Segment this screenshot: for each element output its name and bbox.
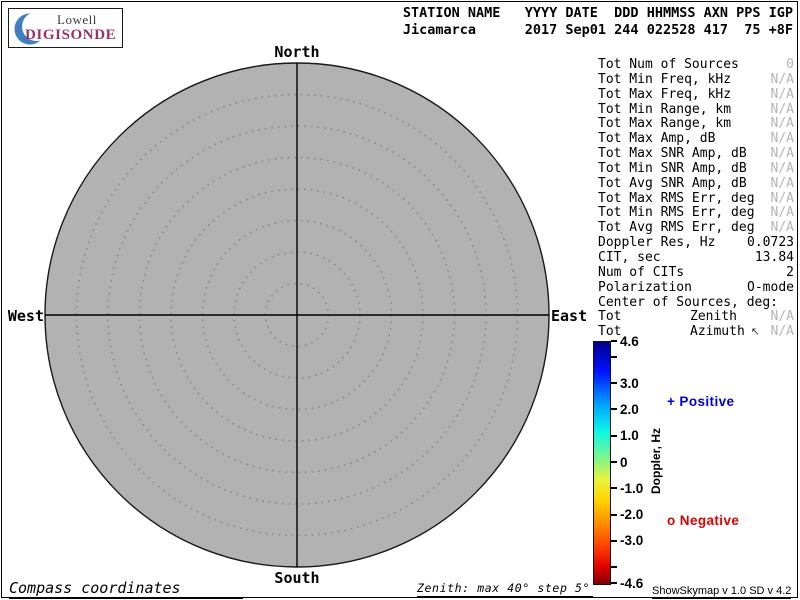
- info-value: N/A: [771, 310, 794, 325]
- info-row: Tot Max RMS Err, deg N/A: [598, 192, 794, 207]
- info-value: N/A: [771, 221, 794, 236]
- info-row: Center of Sources, deg:: [598, 296, 794, 311]
- info-value: N/A: [771, 162, 794, 177]
- info-row: Tot Avg RMS Err, deg N/A: [598, 221, 794, 236]
- colorbar-tick-label: -4.6: [620, 576, 643, 591]
- info-label: Tot Max Amp, dB: [598, 132, 715, 147]
- info-row: Tot Min Freq, kHz N/A: [598, 73, 794, 88]
- colorbar-tick-label: 2.0: [620, 402, 639, 417]
- info-row: Tot Max Freq, kHz N/A: [598, 88, 794, 103]
- info-label: Num of CITs: [598, 266, 684, 281]
- showskymap-window: Lowell DIGISONDE STATION NAME YYYY DATE …: [0, 0, 800, 600]
- info-label: Doppler Res, Hz: [598, 236, 715, 251]
- colorbar-axis-label: Doppler, Hz: [649, 428, 663, 494]
- info-label: Tot Max Range, km: [598, 117, 731, 132]
- colorbar-tick: [611, 340, 617, 342]
- info-mid-label: Zenith: [690, 310, 737, 325]
- info-value: N/A: [771, 147, 794, 162]
- info-row: Tot Avg SNR Amp, dB N/A: [598, 177, 794, 192]
- colorbar-tick-label: 0: [620, 455, 628, 470]
- info-mid-label: Azimuth↖: [690, 325, 760, 340]
- info-value: 13.84: [755, 251, 794, 266]
- info-value: N/A: [771, 73, 794, 88]
- footer-zenith-range: Zenith: max 40° step 5°: [417, 581, 593, 597]
- info-value: N/A: [771, 103, 794, 118]
- info-row: Tot Max SNR Amp, dB N/A: [598, 147, 794, 162]
- info-value: N/A: [771, 192, 794, 207]
- colorbar-tick: [611, 514, 617, 516]
- compass-label-north: North: [274, 43, 319, 61]
- colorbar-tick-label: -3.0: [620, 533, 643, 548]
- info-row: Polarization O-mode: [598, 281, 794, 296]
- colorbar-tick-label: -1.0: [620, 481, 643, 496]
- compass-label-east: East: [551, 307, 587, 325]
- colorbar-tick: [611, 582, 617, 584]
- info-label: Tot Min Range, km: [598, 103, 731, 118]
- negative-legend: o Negative: [667, 513, 739, 528]
- info-row: Tot Max Range, km N/A: [598, 117, 794, 132]
- colorbar-tick-label: 3.0: [620, 376, 639, 391]
- info-label: Polarization: [598, 281, 692, 296]
- info-label: Tot Min RMS Err, deg: [598, 206, 755, 221]
- info-row: Tot Num of Sources 0: [598, 58, 794, 73]
- info-label: Tot Min SNR Amp, dB: [598, 162, 747, 177]
- info-label: Tot Max RMS Err, deg: [598, 192, 755, 207]
- colorbar-tick: [611, 382, 617, 384]
- colorbar-tick: [611, 487, 617, 489]
- info-label: Tot: [598, 310, 621, 325]
- info-row: Tot Min Range, km N/A: [598, 103, 794, 118]
- info-label: Tot Avg SNR Amp, dB: [598, 177, 747, 192]
- colorbar-tick: [611, 566, 617, 568]
- info-row: Tot Min RMS Err, deg N/A: [598, 206, 794, 221]
- colorbar-tick-label: 1.0: [620, 428, 639, 443]
- footer-coordinate-system: Compass coordinates: [9, 579, 243, 599]
- info-table: Tot Num of Sources0Tot Min Freq, kHzN/AT…: [598, 58, 794, 340]
- info-label: CIT, sec: [598, 251, 661, 266]
- compass-label-west: West: [6, 307, 44, 325]
- info-row: Tot Max Amp, dB N/A: [598, 132, 794, 147]
- info-label: Center of Sources, deg:: [598, 296, 778, 311]
- colorbar-tick: [611, 461, 617, 463]
- compass-label-south: South: [274, 569, 319, 587]
- info-value: N/A: [771, 325, 794, 340]
- info-label: Tot Max SNR Amp, dB: [598, 147, 747, 162]
- info-row: Tot Zenith N/A: [598, 310, 794, 325]
- info-value: 0: [786, 58, 794, 73]
- colorbar-tick-label: -2.0: [620, 507, 643, 522]
- info-value: N/A: [771, 132, 794, 147]
- info-row: CIT, sec 13.84: [598, 251, 794, 266]
- info-label: Tot Max Freq, kHz: [598, 88, 731, 103]
- info-value: N/A: [771, 177, 794, 192]
- colorbar-tick: [611, 356, 617, 358]
- info-value: N/A: [771, 117, 794, 132]
- info-value: 0.0723: [747, 236, 794, 251]
- doppler-colorbar: [593, 341, 611, 585]
- info-value: N/A: [771, 88, 794, 103]
- colorbar-tick: [611, 435, 617, 437]
- info-row: Doppler Res, Hz 0.0723: [598, 236, 794, 251]
- positive-legend: + Positive: [667, 394, 734, 409]
- mouse-cursor-icon: ↖: [751, 325, 760, 338]
- info-label: Tot Num of Sources: [598, 58, 739, 73]
- info-value: O-mode: [747, 281, 794, 296]
- info-value: 2: [786, 266, 794, 281]
- colorbar-tick: [611, 540, 617, 542]
- info-row: Num of CITs 2: [598, 266, 794, 281]
- info-label: Tot: [598, 325, 621, 340]
- info-value: N/A: [771, 206, 794, 221]
- footer-version: ShowSkymap v 1.0 SD v 4.2: [652, 585, 791, 599]
- info-row: Tot Min SNR Amp, dB N/A: [598, 162, 794, 177]
- colorbar-tick: [611, 408, 617, 410]
- info-label: Tot Min Freq, kHz: [598, 73, 731, 88]
- info-label: Tot Avg RMS Err, deg: [598, 221, 755, 236]
- colorbar-tick-label: 4.6: [620, 334, 639, 349]
